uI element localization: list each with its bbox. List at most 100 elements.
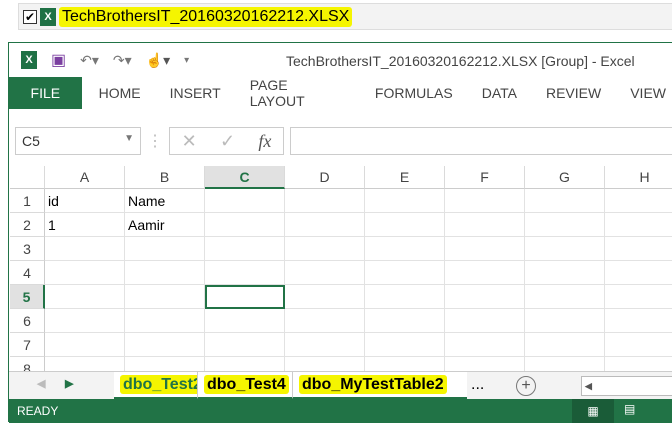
sheet-tab-dbo-test4[interactable]: dbo_Test4 bbox=[197, 372, 292, 399]
save-icon[interactable]: ▣ bbox=[51, 50, 66, 70]
cell-a2[interactable]: 1 bbox=[45, 213, 125, 237]
column-header-d[interactable]: D bbox=[285, 166, 365, 189]
cell-g5[interactable] bbox=[525, 285, 605, 309]
cell-a3[interactable] bbox=[45, 237, 125, 261]
cell-g3[interactable] bbox=[525, 237, 605, 261]
cell-b2[interactable]: Aamir bbox=[125, 213, 205, 237]
cell-e4[interactable] bbox=[365, 261, 445, 285]
cell-h4[interactable] bbox=[605, 261, 672, 285]
column-header-g[interactable]: G bbox=[525, 166, 605, 189]
cell-d7[interactable] bbox=[285, 333, 365, 357]
cell-d6[interactable] bbox=[285, 309, 365, 333]
row-header-6[interactable]: 6 bbox=[10, 309, 45, 333]
checkbox[interactable]: ✔ bbox=[23, 9, 37, 24]
file-explorer-row[interactable]: ✔ X TechBrothersIT_20160320162212.XLSX bbox=[18, 3, 672, 30]
tab-home[interactable]: HOME bbox=[99, 85, 141, 101]
column-header-b[interactable]: B bbox=[125, 166, 205, 189]
cell-f1[interactable] bbox=[445, 189, 525, 213]
enter-icon[interactable]: ✓ bbox=[220, 131, 235, 152]
column-header-a[interactable]: A bbox=[45, 166, 125, 189]
row-header-1[interactable]: 1 bbox=[10, 189, 45, 213]
column-header-h[interactable]: H bbox=[605, 166, 672, 189]
cell-f7[interactable] bbox=[445, 333, 525, 357]
cell-a7[interactable] bbox=[45, 333, 125, 357]
tab-review[interactable]: REVIEW bbox=[546, 85, 601, 101]
cell-c2[interactable] bbox=[205, 213, 285, 237]
row-header-7[interactable]: 7 bbox=[10, 333, 45, 357]
cell-a5[interactable] bbox=[45, 285, 125, 309]
row-header-4[interactable]: 4 bbox=[10, 261, 45, 285]
cell-f2[interactable] bbox=[445, 213, 525, 237]
cell-d4[interactable] bbox=[285, 261, 365, 285]
cell-e1[interactable] bbox=[365, 189, 445, 213]
touch-mode-icon[interactable]: ☝▾ bbox=[146, 52, 170, 69]
cell-b4[interactable] bbox=[125, 261, 205, 285]
cell-h6[interactable] bbox=[605, 309, 672, 333]
cell-f5[interactable] bbox=[445, 285, 525, 309]
row-header-5[interactable]: 5 bbox=[10, 285, 45, 309]
cell-e7[interactable] bbox=[365, 333, 445, 357]
cell-b5[interactable] bbox=[125, 285, 205, 309]
cell-d2[interactable] bbox=[285, 213, 365, 237]
tab-data[interactable]: DATA bbox=[482, 85, 517, 101]
cell-h7[interactable] bbox=[605, 333, 672, 357]
cell-b7[interactable] bbox=[125, 333, 205, 357]
tab-view[interactable]: VIEW bbox=[630, 85, 666, 101]
normal-view-icon[interactable]: ▦ bbox=[572, 399, 614, 423]
column-header-f[interactable]: F bbox=[445, 166, 525, 189]
tab-page-layout[interactable]: PAGE LAYOUT bbox=[250, 77, 346, 109]
cell-c3[interactable] bbox=[205, 237, 285, 261]
cell-d3[interactable] bbox=[285, 237, 365, 261]
cell-f6[interactable] bbox=[445, 309, 525, 333]
cell-e2[interactable] bbox=[365, 213, 445, 237]
cell-g4[interactable] bbox=[525, 261, 605, 285]
row-header-2[interactable]: 2 bbox=[10, 213, 45, 237]
column-header-e[interactable]: E bbox=[365, 166, 445, 189]
insert-function-icon[interactable]: fx bbox=[258, 131, 271, 152]
cell-g1[interactable] bbox=[525, 189, 605, 213]
cancel-icon[interactable]: ✕ bbox=[182, 131, 197, 152]
cell-g6[interactable] bbox=[525, 309, 605, 333]
column-header-c[interactable]: C bbox=[205, 166, 285, 189]
cell-h1[interactable] bbox=[605, 189, 672, 213]
select-all-corner[interactable] bbox=[10, 166, 45, 189]
cell-c1[interactable] bbox=[205, 189, 285, 213]
cell-a4[interactable] bbox=[45, 261, 125, 285]
cell-b3[interactable] bbox=[125, 237, 205, 261]
more-sheets[interactable]: ... bbox=[471, 376, 484, 394]
cell-h2[interactable] bbox=[605, 213, 672, 237]
name-box[interactable]: C5 ▼ bbox=[15, 127, 141, 155]
redo-icon[interactable]: ↷▾ bbox=[113, 52, 132, 69]
cell-c7[interactable] bbox=[205, 333, 285, 357]
cell-e6[interactable] bbox=[365, 309, 445, 333]
cell-e3[interactable] bbox=[365, 237, 445, 261]
cell-d5[interactable] bbox=[285, 285, 365, 309]
row-header-3[interactable]: 3 bbox=[10, 237, 45, 261]
cell-f3[interactable] bbox=[445, 237, 525, 261]
cell-b6[interactable] bbox=[125, 309, 205, 333]
page-layout-view-icon[interactable]: ▤ bbox=[624, 402, 635, 416]
cell-g2[interactable] bbox=[525, 213, 605, 237]
cell-f4[interactable] bbox=[445, 261, 525, 285]
tab-insert[interactable]: INSERT bbox=[170, 85, 221, 101]
cell-c4[interactable] bbox=[205, 261, 285, 285]
file-name[interactable]: TechBrothersIT_20160320162212.XLSX bbox=[59, 6, 353, 27]
scroll-right-icon[interactable]: ▶ bbox=[65, 377, 73, 390]
cell-b1[interactable]: Name bbox=[125, 189, 205, 213]
cell-d1[interactable] bbox=[285, 189, 365, 213]
cell-g7[interactable] bbox=[525, 333, 605, 357]
tab-formulas[interactable]: FORMULAS bbox=[375, 85, 453, 101]
cell-c5[interactable] bbox=[205, 285, 285, 309]
add-sheet-icon[interactable]: + bbox=[516, 376, 536, 396]
scroll-left-icon[interactable]: ◀ bbox=[37, 377, 45, 390]
cell-a1[interactable]: id bbox=[45, 189, 125, 213]
cell-h5[interactable] bbox=[605, 285, 672, 309]
cell-c6[interactable] bbox=[205, 309, 285, 333]
tab-file[interactable]: FILE bbox=[9, 77, 82, 109]
cell-e5[interactable] bbox=[365, 285, 445, 309]
horizontal-scrollbar[interactable]: ◀ bbox=[581, 376, 672, 396]
sheet-tab-dbo-test2[interactable]: dbo_Test2 bbox=[114, 372, 205, 399]
customize-qat-icon[interactable]: ▾ bbox=[184, 55, 189, 66]
undo-icon[interactable]: ↶▾ bbox=[80, 52, 99, 69]
formula-input[interactable] bbox=[290, 127, 672, 155]
